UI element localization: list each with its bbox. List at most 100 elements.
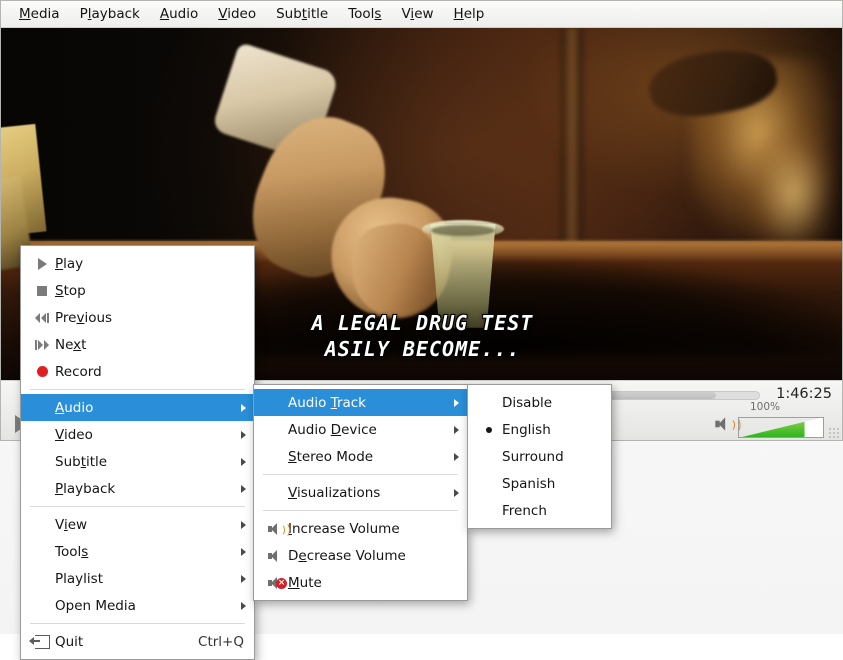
menu-item-icon-slot — [262, 550, 288, 562]
menu-item-label: Stop — [55, 283, 244, 299]
menu-item-label: Video — [55, 427, 244, 443]
menu-item-spanish[interactable]: Spanish — [468, 470, 611, 497]
chevron-right-icon — [454, 426, 459, 434]
menu-item-icon-slot: × — [262, 577, 288, 589]
menubar-item-media[interactable]: Media — [9, 3, 70, 25]
menu-item-video[interactable]: Video — [21, 421, 254, 448]
context-menu-audio[interactable]: Audio Track Audio Device Stereo Mode Visual… — [253, 384, 468, 601]
menu-item-label: Audio Device — [288, 422, 457, 438]
resize-grip[interactable] — [828, 427, 840, 439]
menubar-item-playback[interactable]: Playback — [70, 3, 150, 25]
menu-item-label: Play — [55, 256, 244, 272]
menu-item-icon-slot — [29, 286, 55, 296]
menu-item-open-media[interactable]: Open Media — [21, 592, 254, 619]
volume-control[interactable]: 100% — [716, 410, 826, 440]
menu-item-tools[interactable]: Tools — [21, 538, 254, 565]
menu-item-label: French — [502, 503, 601, 519]
chevron-right-icon — [241, 548, 246, 556]
volume-mute-icon: × — [268, 577, 282, 589]
menu-item-surround[interactable]: Surround — [468, 443, 611, 470]
menu-item-record[interactable]: Record — [21, 358, 254, 385]
menu-item-audio[interactable]: Audio — [21, 394, 254, 421]
context-menu-audio-track[interactable]: Disable English Surround Spanish French — [467, 384, 612, 529]
menu-item-label: Record — [55, 364, 244, 380]
chevron-right-icon — [454, 489, 459, 497]
menu-item-icon-slot — [29, 340, 55, 350]
menu-item-label: Spanish — [502, 476, 601, 492]
menu-item-label: Previous — [55, 310, 244, 326]
menu-item-stereo-mode[interactable]: Stereo Mode — [254, 443, 467, 470]
menu-item-icon-slot — [29, 366, 55, 377]
menu-item-audio-track[interactable]: Audio Track — [254, 389, 467, 416]
menu-item-label: Quit — [55, 634, 172, 650]
stop-icon — [37, 286, 47, 296]
menu-item-disable[interactable]: Disable — [468, 389, 611, 416]
volume-slider-frame — [738, 417, 824, 438]
menu-item-icon-slot — [29, 258, 55, 270]
menubar-item-subtitle[interactable]: Subtitle — [266, 3, 338, 25]
previous-icon — [35, 313, 49, 323]
play-icon — [38, 258, 47, 270]
menu-item-label: Audio Track — [288, 395, 457, 411]
menu-item-playlist[interactable]: Playlist — [21, 565, 254, 592]
chevron-right-icon — [241, 575, 246, 583]
menu-item-audio-device[interactable]: Audio Device — [254, 416, 467, 443]
menubar-item-video[interactable]: Video — [208, 3, 266, 25]
volume-up-icon — [268, 523, 282, 535]
chevron-right-icon — [241, 521, 246, 529]
menu-item-label: Subtitle — [55, 454, 244, 470]
volume-down-icon — [268, 550, 282, 562]
menu-item-icon-slot — [262, 523, 288, 535]
menubar-item-tools[interactable]: Tools — [338, 3, 391, 25]
chevron-right-icon — [454, 453, 459, 461]
menu-item-label: Next — [55, 337, 244, 353]
context-menu-main[interactable]: Play Stop Previous Next Record Audio Video Subt… — [20, 245, 255, 660]
chevron-right-icon — [241, 458, 246, 466]
menu-item-play[interactable]: Play — [21, 250, 254, 277]
menu-item-shortcut: Ctrl+Q — [198, 634, 244, 650]
menu-item-label: Increase Volume — [288, 521, 457, 537]
menubar-item-view[interactable]: View — [391, 3, 443, 25]
menu-item-subtitle[interactable]: Subtitle — [21, 448, 254, 475]
menu-separator — [263, 510, 458, 511]
menu-separator — [30, 506, 245, 507]
menu-bar: MediaPlaybackAudioVideoSubtitleToolsView… — [1, 1, 843, 28]
menu-item-label: Mute — [288, 575, 457, 591]
menu-item-french[interactable]: French — [468, 497, 611, 524]
menu-item-visualizations[interactable]: Visualizations — [254, 479, 467, 506]
menu-item-increase-volume[interactable]: Increase Volume — [254, 515, 467, 542]
menu-item-label: Open Media — [55, 598, 244, 614]
menu-item-label: Disable — [502, 395, 601, 411]
chevron-right-icon — [241, 431, 246, 439]
menu-item-icon-slot — [29, 313, 55, 323]
chevron-right-icon — [241, 602, 246, 610]
video-cup-rim-inner — [431, 225, 495, 236]
menu-item-icon-slot — [29, 635, 55, 649]
time-elapsed-label: 1:46:25 — [776, 386, 832, 402]
menu-item-stop[interactable]: Stop — [21, 277, 254, 304]
menu-item-label: View — [55, 517, 244, 533]
menu-item-icon-slot — [476, 427, 502, 433]
menu-separator — [263, 474, 458, 475]
menu-item-label: Audio — [55, 400, 244, 416]
menu-item-mute[interactable]: × Mute — [254, 569, 467, 596]
menubar-item-help[interactable]: Help — [444, 3, 495, 25]
menu-item-quit[interactable]: Quit Ctrl+Q — [21, 628, 254, 655]
menu-item-playback[interactable]: Playback — [21, 475, 254, 502]
chevron-right-icon — [241, 485, 246, 493]
chevron-right-icon — [241, 404, 246, 412]
menu-item-english[interactable]: English — [468, 416, 611, 443]
speaker-icon[interactable] — [716, 418, 730, 430]
menu-item-view[interactable]: View — [21, 511, 254, 538]
menu-item-previous[interactable]: Previous — [21, 304, 254, 331]
video-pillar — [561, 28, 583, 266]
menu-item-next[interactable]: Next — [21, 331, 254, 358]
menu-item-label: Tools — [55, 544, 244, 560]
menu-item-label: English — [502, 422, 601, 438]
menu-item-decrease-volume[interactable]: Decrease Volume — [254, 542, 467, 569]
menu-item-label: Visualizations — [288, 485, 457, 501]
menu-separator — [30, 623, 245, 624]
volume-percent-label: 100% — [750, 401, 780, 413]
record-icon — [37, 366, 48, 377]
menubar-item-audio[interactable]: Audio — [150, 3, 208, 25]
